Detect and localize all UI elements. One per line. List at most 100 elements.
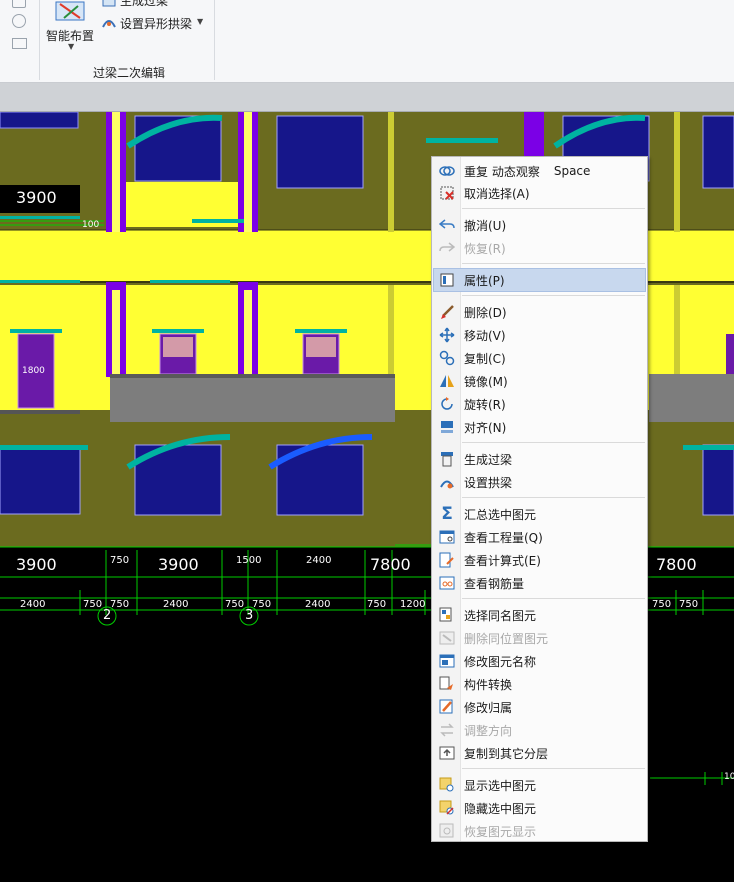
menu-item-generate-lintel[interactable]: 生成过梁 [434,448,645,470]
move-icon [438,326,456,344]
dim-row1-e: 2400 [306,555,332,566]
menu-separator [462,263,645,264]
menu-item-rotate[interactable]: 旋转(R) [434,393,645,415]
window [276,115,364,189]
dim-row1-c: 3900 [158,555,199,574]
menu-item-select-same-name[interactable]: 选择同名图元 [434,604,645,626]
dim-3900-top: 3900 [16,188,57,207]
restore-display-icon [438,822,456,840]
generate-lintel-icon [438,450,456,468]
smart-layout-icon [55,1,85,21]
ribbon-divider [39,0,40,80]
quantity-icon [438,528,456,546]
context-menu: 重复 动态观察 Space 取消选择(A) 撤消(U) 恢复(R) 属性(P) … [431,156,648,842]
undo-icon [438,216,456,234]
arch-beam-icon [438,473,456,491]
menu-item-copy-to-layer[interactable]: 复制到其它分层 [434,742,645,764]
dim-row2-9: 750 [652,599,672,610]
menu-item-change-ownership[interactable]: 修改归属 [434,696,645,718]
menu-separator [462,208,645,209]
dim-row1-a: 3900 [16,555,57,574]
menu-item-repeat-orbit[interactable]: 重复 动态观察 Space [434,160,645,182]
balcony-slab [110,374,395,422]
menu-item-view-quantity[interactable]: 查看工程量(Q) [434,526,645,548]
menu-item-delete-same-position[interactable]: 删除同位置图元 [434,627,645,649]
change-owner-icon [438,698,456,716]
generate-lintel-icon [102,0,116,7]
window [702,115,734,189]
menu-item-copy[interactable]: 复制(C) [434,347,645,369]
delete-icon [438,303,456,321]
generate-lintel-label: 生成过梁 [120,0,169,8]
menu-item-delete[interactable]: 删除(D) [434,301,645,323]
menu-item-mirror[interactable]: 镜像(M) [434,370,645,392]
tab-strip [0,83,734,112]
chevron-down-icon: ▼ [197,17,204,26]
view-icon[interactable] [12,0,26,8]
ribbon-divider [214,0,215,80]
smart-layout-button[interactable]: 智能布置 ▼ [44,0,98,60]
convert-icon [438,675,456,693]
formula-icon [438,551,456,569]
copy-layer-icon [438,744,456,762]
menu-item-convert[interactable]: 构件转换 [434,673,645,695]
menu-item-set-arch-beam[interactable]: 设置拱梁 [434,471,645,493]
dim-row2-8: 1200 [400,599,426,610]
cancel-select-icon [438,184,456,202]
menu-item-properties[interactable]: 属性(P) [433,268,646,292]
balcony-slab [649,374,734,422]
menu-item-align[interactable]: 对齐(N) [434,416,645,438]
redo-icon [438,239,456,257]
dim-row2-1: 750 [83,599,103,610]
dim-row2-4: 750 [225,599,245,610]
copy-icon [438,349,456,367]
dim-row1-d: 1500 [236,555,262,566]
menu-item-sum-selected[interactable]: Σ 汇总选中图元 [434,503,645,525]
menu-item-move[interactable]: 移动(V) [434,324,645,346]
menu-item-undo[interactable]: 撤消(U) [434,214,645,236]
ribbon-toolbar: 智能布置 ▼ 生成过梁 设置异形拱梁 ▼ 过梁二次编辑 [0,0,734,83]
menu-separator [462,442,645,443]
dim-row2-6: 2400 [305,599,331,610]
menu-item-show-selected[interactable]: 显示选中图元 [434,774,645,796]
dim-row2-5: 750 [252,599,272,610]
set-arch-beam-label: 设置异形拱梁 [120,17,193,31]
ribbon-group-label: 过梁二次编辑 [93,66,166,80]
sum-icon: Σ [441,504,453,524]
dim-row2-7: 750 [367,599,387,610]
rebar-icon [438,574,456,592]
menu-item-adjust-direction[interactable]: 调整方向 [434,719,645,741]
menu-item-view-formula[interactable]: 查看计算式(E) [434,549,645,571]
menu-item-rename[interactable]: 修改图元名称 [434,650,645,672]
menu-item-redo[interactable]: 恢复(R) [434,237,645,259]
window [0,447,81,515]
dim-row2-0: 2400 [20,599,46,610]
delete-same-pos-icon [438,629,456,647]
orbit-icon [438,162,456,180]
menu-item-restore-display[interactable]: 恢复图元显示 [434,820,645,842]
chevron-down-icon: ▼ [68,42,75,51]
show-selected-icon [438,776,456,794]
adjust-direction-icon [438,721,456,739]
dim-row2-2: 750 [110,599,130,610]
rotate-icon [438,395,456,413]
dim-row1-b: 750 [110,555,130,566]
generate-lintel-button[interactable]: 生成过梁 [100,0,210,8]
menu-item-cancel-select[interactable]: 取消选择(A) [434,182,645,204]
set-arch-beam-button[interactable]: 设置异形拱梁 ▼ [100,13,212,31]
window [702,444,734,516]
axis-label-2: 2 [103,608,112,623]
dim-10: 10 [724,772,734,782]
rectangle-icon[interactable] [12,38,27,49]
menu-item-hide-selected[interactable]: 隐藏选中图元 [434,797,645,819]
hide-selected-icon [438,799,456,817]
menu-item-view-rebar[interactable]: 查看钢筋量 [434,572,645,594]
dim-row1-f: 7800 [370,555,411,574]
axis-label-3: 3 [245,608,254,623]
menu-separator [462,295,645,296]
mirror-icon [438,372,456,390]
dim-100: 100 [82,220,100,230]
align-icon [438,418,456,436]
orbit-small-icon[interactable] [12,14,26,28]
menu-separator [462,598,645,599]
